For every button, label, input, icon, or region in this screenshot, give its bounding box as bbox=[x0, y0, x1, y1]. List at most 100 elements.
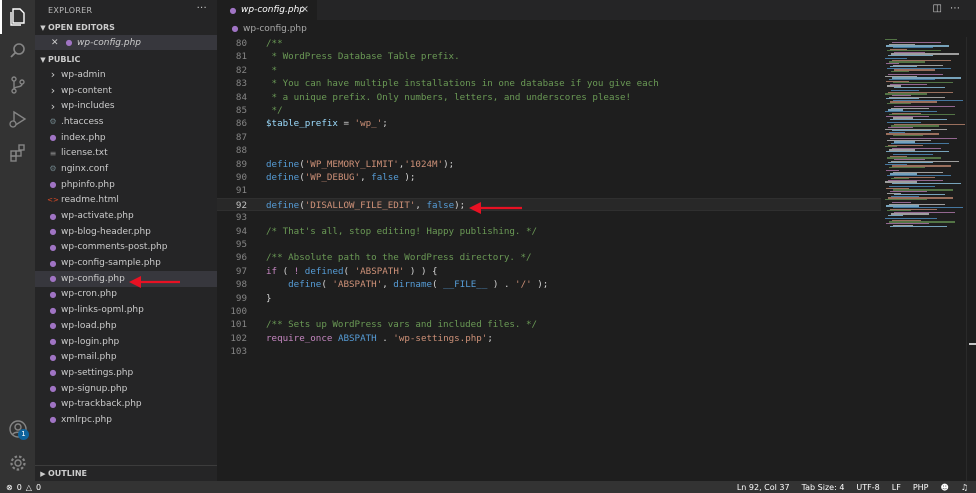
line-number: 86 bbox=[235, 118, 247, 130]
outline-header[interactable]: ▶ OUTLINE bbox=[35, 465, 217, 481]
code-line[interactable]: 102 require_once ABSPATH . 'wp-settings.p… bbox=[217, 332, 881, 345]
code-line[interactable]: 81 * WordPress Database Table prefix. bbox=[217, 50, 881, 63]
tree-item-label: nginx.conf bbox=[61, 163, 109, 174]
file-item[interactable]: ● wp-signup.php bbox=[35, 381, 217, 397]
code-line[interactable]: 94 /* That's all, stop editing! Happy pub… bbox=[217, 225, 881, 238]
more-actions-icon[interactable]: ··· bbox=[197, 3, 207, 14]
account-icon[interactable]: 1 bbox=[0, 412, 35, 446]
file-item[interactable]: ≡ license.txt bbox=[35, 145, 217, 161]
file-item[interactable]: ● wp-load.php bbox=[35, 318, 217, 334]
tab-size[interactable]: Tab Size: 4 bbox=[802, 483, 845, 492]
file-item[interactable]: ⚙ nginx.conf bbox=[35, 161, 217, 177]
code-line[interactable]: 99} bbox=[217, 292, 881, 305]
code-text: define('WP_MEMORY_LIMIT','1024M'); bbox=[266, 158, 454, 171]
code-line[interactable]: 86 $table_prefix = 'wp_'; bbox=[217, 117, 881, 130]
manage-gear-icon[interactable] bbox=[0, 446, 35, 480]
close-icon[interactable]: ✕ bbox=[51, 38, 63, 48]
cursor-position[interactable]: Ln 92, Col 37 bbox=[737, 483, 790, 492]
line-number: 92 bbox=[235, 199, 247, 211]
code-line[interactable]: 93 bbox=[217, 211, 881, 224]
code-line[interactable]: 92 define('DISALLOW_FILE_EDIT', false); bbox=[217, 197, 881, 212]
code-token: /** bbox=[266, 38, 283, 49]
file-item[interactable]: ⚙ .htaccess bbox=[35, 114, 217, 130]
php-icon: ● bbox=[49, 368, 57, 378]
code-text: require_once ABSPATH . 'wp-settings.php'… bbox=[266, 332, 493, 345]
code-line[interactable]: 101 /** Sets up WordPress vars and includ… bbox=[217, 318, 881, 331]
code-token: ); bbox=[443, 158, 455, 170]
code-line[interactable]: 80 /** bbox=[217, 37, 881, 50]
encoding[interactable]: UTF-8 bbox=[856, 483, 879, 492]
code-token: , bbox=[360, 172, 372, 183]
code-token: * You can have multiple installations in… bbox=[266, 78, 659, 90]
line-number: 82 bbox=[235, 64, 247, 76]
file-item[interactable]: ● wp-comments-post.php bbox=[35, 240, 217, 256]
folder-item[interactable]: › wp-includes bbox=[35, 98, 217, 114]
tree-item-label: phpinfo.php bbox=[61, 179, 115, 190]
code-line[interactable]: 97 if ( ! defined( 'ABSPATH' ) ) { bbox=[217, 265, 881, 278]
code-line[interactable]: 83 * You can have multiple installations… bbox=[217, 77, 881, 90]
code-line[interactable]: 96 /** Absolute path to the WordPress dir… bbox=[217, 251, 881, 264]
file-item[interactable]: ● wp-activate.php bbox=[35, 208, 217, 224]
file-item[interactable]: <> readme.html bbox=[35, 193, 217, 209]
file-item[interactable]: ● wp-settings.php bbox=[35, 365, 217, 381]
extensions-icon[interactable] bbox=[0, 136, 35, 170]
end-of-line[interactable]: LF bbox=[892, 483, 901, 492]
chevron-right-icon: ▶ bbox=[40, 469, 46, 478]
folder-header-public[interactable]: ▼ PUBLIC bbox=[35, 52, 217, 67]
line-number: 89 bbox=[235, 158, 247, 170]
open-editor-item[interactable]: ✕ ● wp-config.php bbox=[35, 35, 217, 50]
file-item[interactable]: ● wp-links-opml.php bbox=[35, 302, 217, 318]
code-line[interactable]: 98 define( 'ABSPATH', dirname( __FILE__ … bbox=[217, 278, 881, 291]
code-line[interactable]: 82 * bbox=[217, 64, 881, 77]
code-token: 'ABSPATH' bbox=[354, 265, 405, 277]
code-line[interactable]: 87 bbox=[217, 131, 881, 144]
code-line[interactable]: 90 define('WP_DEBUG', false ); bbox=[217, 171, 881, 184]
code-line[interactable]: 85 */ bbox=[217, 104, 881, 117]
run-debug-icon[interactable] bbox=[0, 102, 35, 136]
folder-item[interactable]: › wp-admin bbox=[35, 67, 217, 83]
breadcrumb-file[interactable]: wp-config.php bbox=[243, 24, 307, 34]
file-item[interactable]: ● index.php bbox=[35, 130, 217, 146]
code-line[interactable]: 88 bbox=[217, 144, 881, 157]
breadcrumb: ● wp-config.php bbox=[217, 20, 976, 37]
file-item[interactable]: ● phpinfo.php bbox=[35, 177, 217, 193]
problems-indicator[interactable]: ⊗ 0 △ 0 bbox=[6, 481, 41, 493]
split-editor-icon[interactable]: ◫ bbox=[933, 3, 950, 14]
code-line[interactable]: 103 bbox=[217, 345, 881, 358]
open-editors-header[interactable]: ▼ OPEN EDITORS bbox=[35, 20, 217, 35]
line-number: 97 bbox=[235, 265, 247, 277]
close-icon[interactable]: × bbox=[301, 4, 309, 15]
code-line[interactable]: 84 * a unique prefix. Only numbers, lett… bbox=[217, 91, 881, 104]
file-item[interactable]: ● xmlrpc.php bbox=[35, 412, 217, 428]
tab-wp-config[interactable]: ● wp-config.php × bbox=[217, 0, 317, 20]
php-icon: ● bbox=[49, 180, 57, 190]
feedback-icon[interactable]: ☻ bbox=[940, 483, 948, 492]
minimap[interactable] bbox=[881, 37, 966, 481]
minimap-line bbox=[885, 39, 897, 41]
folder-item[interactable]: › wp-content bbox=[35, 83, 217, 99]
code-line[interactable]: 91 bbox=[217, 184, 881, 197]
php-icon: ● bbox=[49, 258, 57, 268]
file-item[interactable]: ● wp-login.php bbox=[35, 334, 217, 350]
more-actions-icon[interactable]: ⋯ bbox=[950, 3, 968, 14]
code-line[interactable]: 89 define('WP_MEMORY_LIMIT','1024M'); bbox=[217, 158, 881, 171]
code-token: 'wp_' bbox=[354, 118, 383, 130]
file-item[interactable]: ● wp-config-sample.php bbox=[35, 255, 217, 271]
files-icon[interactable] bbox=[0, 0, 35, 34]
search-icon[interactable] bbox=[0, 34, 35, 68]
code-editor[interactable]: 80/** 81 * WordPress Database Table prefi… bbox=[217, 37, 881, 481]
language-mode[interactable]: PHP bbox=[913, 483, 929, 492]
bell-icon[interactable]: ♫ bbox=[961, 483, 968, 492]
file-item[interactable]: ● wp-blog-header.php bbox=[35, 224, 217, 240]
status-bar: ⊗ 0 △ 0 Ln 92, Col 37 Tab Size: 4 UTF-8 … bbox=[0, 481, 976, 493]
file-item[interactable]: ● wp-mail.php bbox=[35, 349, 217, 365]
code-line[interactable]: 95 bbox=[217, 238, 881, 251]
tree-item-label: wp-includes bbox=[61, 101, 115, 112]
open-editor-filename: wp-config.php bbox=[77, 37, 141, 48]
source-control-icon[interactable] bbox=[0, 68, 35, 102]
line-number: 95 bbox=[235, 239, 247, 250]
code-token: ( bbox=[277, 265, 294, 277]
code-line[interactable]: 100 bbox=[217, 305, 881, 318]
file-item[interactable]: ● wp-trackback.php bbox=[35, 396, 217, 412]
vertical-scrollbar[interactable] bbox=[966, 37, 976, 481]
